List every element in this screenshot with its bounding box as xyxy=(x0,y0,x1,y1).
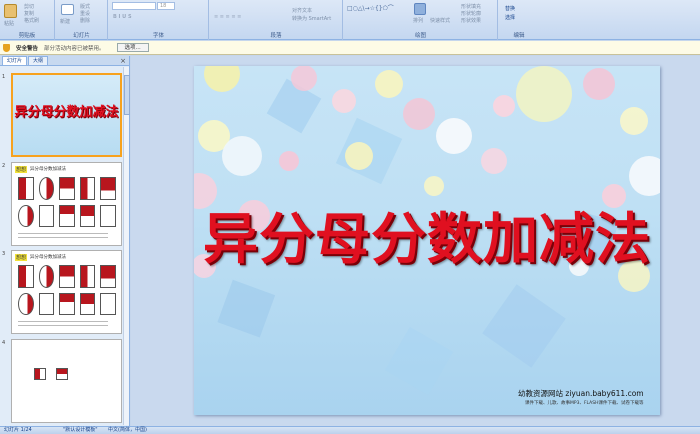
fraction-diagrams xyxy=(18,265,116,315)
slides-group-label: 幻灯片 xyxy=(73,33,90,39)
paste-icon[interactable] xyxy=(4,4,17,18)
shield-icon xyxy=(3,43,10,52)
thumb-badge: 想想 xyxy=(15,254,28,261)
security-warning-bar: 安全警告 部分活动内容已被禁用。 选项... xyxy=(0,41,700,55)
clipboard-group: 粘贴 剪切 复制 格式刷 剪贴板 xyxy=(0,0,55,40)
bold-italic-buttons[interactable]: B I U S xyxy=(113,14,132,20)
font-name-box[interactable] xyxy=(112,2,156,10)
cut-button[interactable]: 剪切 xyxy=(24,3,34,10)
slides-group: 新建 版式 重设 删除 幻灯片 xyxy=(56,0,108,40)
security-heading: 安全警告 xyxy=(16,45,39,52)
slide-thumbnail-2[interactable]: 想想 异分母分数加减法 xyxy=(11,162,122,246)
fraction-diagrams xyxy=(18,177,116,227)
slide-thumbnail-3[interactable]: 想想 异分母分数加减法 xyxy=(11,250,122,334)
drawing-group: □○△\→☆{}⬠⌒ 排列 快速样式 形状填充 形状轮廓 形状效果 绘图 xyxy=(344,0,498,40)
delete-button[interactable]: 删除 xyxy=(80,17,90,24)
thumb-heading: 异分母分数加减法 xyxy=(30,255,66,260)
quick-styles-button[interactable]: 快速样式 xyxy=(430,17,450,24)
slides-panel: 幻灯片 大纲 × 1 异分母分数加减法 2 想想 异分母分数加减法 3 想想 异… xyxy=(0,56,130,426)
align-icons[interactable]: ≡ ≡ ≡ ≡ ≡ xyxy=(214,14,241,20)
arrange-button[interactable]: 排列 xyxy=(413,17,423,24)
panel-tabs: 幻灯片 大纲 × xyxy=(0,56,129,66)
theme-name[interactable]: "默认设计模板" xyxy=(63,427,98,434)
convert-smartart-button[interactable]: 转换为 SmartArt xyxy=(292,15,331,22)
slide-number: 3 xyxy=(2,251,6,257)
format-painter-button[interactable]: 格式刷 xyxy=(24,17,39,24)
thumb-text-lines xyxy=(18,321,108,326)
align-text-button[interactable]: 对齐文本 xyxy=(292,7,312,14)
paragraph-group: 对齐文本 转换为 SmartArt ≡ ≡ ≡ ≡ ≡ 段落 xyxy=(210,0,343,40)
slide-number: 2 xyxy=(2,163,6,169)
select-button[interactable]: 选择 xyxy=(505,14,515,21)
language-indicator[interactable]: 中文(简体，中国) xyxy=(108,427,147,434)
layout-button[interactable]: 版式 xyxy=(80,3,90,10)
font-group-label: 字体 xyxy=(152,33,164,39)
shapes-gallery[interactable]: □○△\→☆{}⬠⌒ xyxy=(347,3,394,12)
close-icon[interactable]: × xyxy=(120,57,126,65)
thumb-heading: 异分母分数加减法 xyxy=(30,167,66,172)
panel-scrollbar[interactable] xyxy=(123,67,130,425)
editing-group: 替换 选择 编辑 xyxy=(499,0,539,40)
thumb-fraction-box xyxy=(34,368,46,380)
clipboard-group-label: 剪贴板 xyxy=(18,33,36,39)
slide-count: 幻灯片 1/24 xyxy=(4,427,32,433)
slide-number: 1 xyxy=(2,74,6,80)
slide-thumbnail-4[interactable] xyxy=(11,339,122,423)
shape-outline-button[interactable]: 形状轮廓 xyxy=(461,10,481,17)
thumb-title: 异分母分数加减法 xyxy=(14,105,119,120)
new-slide-icon[interactable] xyxy=(61,4,74,15)
editing-group-label: 编辑 xyxy=(513,33,525,39)
copy-button[interactable]: 复制 xyxy=(24,10,34,17)
footer-description: 课件下载、儿歌、故事MP3、FLASH课件下载、试卷下载等 xyxy=(525,401,644,406)
slide-editing-area: 异分母分数加减法 幼教资源网站 ziyuan.baby611.com 课件下载、… xyxy=(131,56,700,426)
shape-effects-button[interactable]: 形状效果 xyxy=(461,17,481,24)
shape-fill-button[interactable]: 形状填充 xyxy=(461,3,481,10)
scrollbar-thumb[interactable] xyxy=(124,75,130,115)
tab-outline[interactable]: 大纲 xyxy=(28,56,49,65)
arrange-icon[interactable] xyxy=(414,3,426,15)
reset-button[interactable]: 重设 xyxy=(80,10,90,17)
font-group: 18 B I U S 字体 xyxy=(109,0,209,40)
current-slide[interactable]: 异分母分数加减法 幼教资源网站 ziyuan.baby611.com 课件下载、… xyxy=(194,66,660,415)
thumb-fraction-box xyxy=(56,368,68,380)
status-bar: 幻灯片 1/24 "默认设计模板" 中文(简体，中国) xyxy=(0,426,700,434)
paragraph-group-label: 段落 xyxy=(270,33,282,39)
paste-button[interactable]: 粘贴 xyxy=(4,20,14,27)
ribbon: 粘贴 剪切 复制 格式刷 剪贴板 新建 版式 重设 删除 幻灯片 18 B I … xyxy=(0,0,700,40)
tab-slides[interactable]: 幻灯片 xyxy=(2,56,28,65)
drawing-group-label: 绘图 xyxy=(414,33,426,39)
font-size-box[interactable]: 18 xyxy=(157,2,175,10)
replace-button[interactable]: 替换 xyxy=(505,5,515,12)
slide-thumbnail-1[interactable]: 异分母分数加减法 xyxy=(11,73,122,157)
thumb-text-lines xyxy=(18,233,108,238)
thumb-badge: 想想 xyxy=(15,166,28,173)
slide-title[interactable]: 异分母分数加减法 xyxy=(194,194,660,274)
footer-site-name: 幼教资源网站 ziyuan.baby611.com xyxy=(518,389,644,398)
options-button[interactable]: 选项... xyxy=(116,43,149,52)
security-message: 部分活动内容已被禁用。 xyxy=(44,45,105,52)
new-slide-button[interactable]: 新建 xyxy=(60,18,70,25)
slide-number: 4 xyxy=(2,340,6,346)
